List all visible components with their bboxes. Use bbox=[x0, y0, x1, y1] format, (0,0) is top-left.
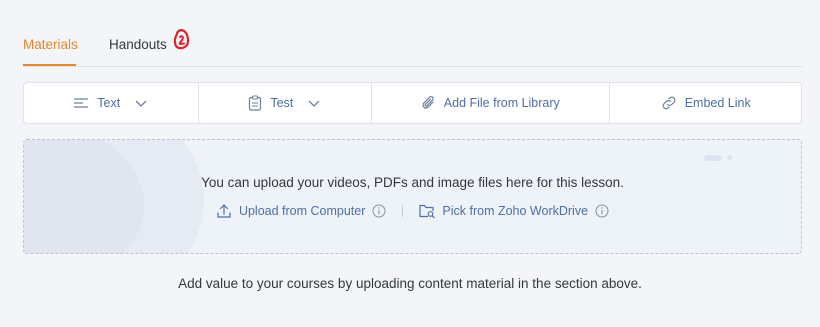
upload-dropzone[interactable]: You can upload your videos, PDFs and ima… bbox=[23, 139, 802, 254]
helper-text: Add value to your courses by uploading c… bbox=[178, 276, 642, 291]
text-dropdown-button[interactable]: Text bbox=[24, 83, 199, 123]
pick-from-workdrive-button[interactable]: Pick from Zoho WorkDrive bbox=[419, 204, 609, 218]
test-label: Test bbox=[270, 96, 294, 110]
folder-search-icon bbox=[419, 204, 436, 218]
upload-from-computer-label: Upload from Computer bbox=[238, 204, 366, 218]
handwritten-badge-icon bbox=[173, 29, 190, 50]
divider bbox=[402, 205, 404, 217]
embed-link-button[interactable]: Embed Link bbox=[610, 83, 801, 123]
text-align-icon bbox=[74, 98, 89, 108]
tab-materials[interactable]: Materials bbox=[23, 37, 78, 66]
tab-handouts[interactable]: Handouts bbox=[109, 37, 167, 66]
info-icon[interactable] bbox=[372, 204, 386, 218]
embed-link-label: Embed Link bbox=[684, 96, 751, 110]
decorative-dot bbox=[727, 155, 732, 160]
text-label: Text bbox=[97, 96, 121, 110]
tab-bar: Materials Handouts bbox=[23, 29, 802, 67]
upload-actions: Upload from Computer Pick from Zoho Work… bbox=[24, 203, 801, 219]
link-icon bbox=[662, 96, 676, 110]
add-file-from-library-button[interactable]: Add File from Library bbox=[372, 83, 611, 123]
content-toolbar: Text Test Add File from Library Embed Li… bbox=[23, 82, 802, 124]
chevron-down-icon bbox=[135, 100, 147, 107]
pick-from-workdrive-label: Pick from Zoho WorkDrive bbox=[442, 204, 589, 218]
info-icon[interactable] bbox=[595, 204, 609, 218]
test-dropdown-button[interactable]: Test bbox=[199, 83, 373, 123]
upload-icon bbox=[217, 204, 231, 218]
chevron-down-icon bbox=[308, 100, 320, 107]
add-file-label: Add File from Library bbox=[443, 96, 560, 110]
upload-message: You can upload your videos, PDFs and ima… bbox=[201, 175, 624, 190]
upload-from-computer-button[interactable]: Upload from Computer bbox=[216, 203, 386, 219]
decorative-pill bbox=[704, 155, 722, 161]
clipboard-icon bbox=[249, 95, 262, 111]
paperclip-icon bbox=[422, 96, 434, 109]
